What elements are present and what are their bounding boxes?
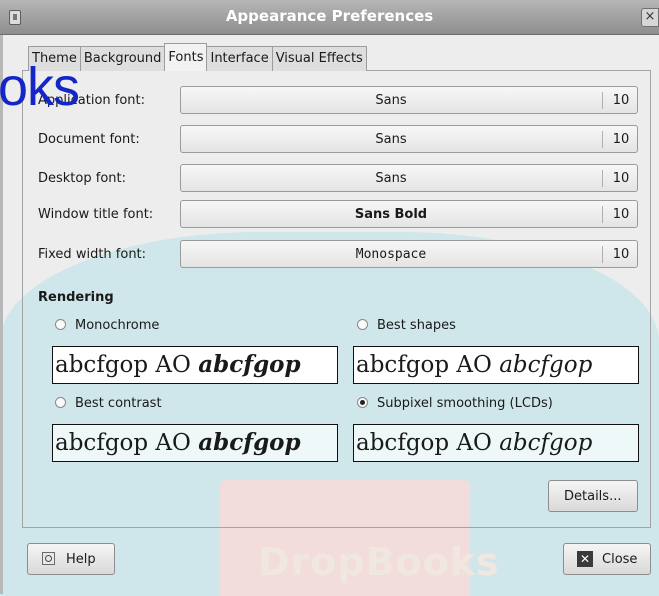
subpixel-smoothing-label: Subpixel smoothing (LCDs) xyxy=(377,396,553,411)
window-title-font-label: Window title font: xyxy=(38,207,154,222)
document-font-name: Sans xyxy=(375,132,407,147)
desktop-font-size: 10 xyxy=(612,171,630,186)
close-button[interactable]: ✕ Close xyxy=(563,543,651,575)
details-button[interactable]: Details... xyxy=(548,480,638,512)
close-icon: ✕ xyxy=(577,551,593,567)
window-title: Appearance Preferences xyxy=(225,7,434,25)
desktop-font-label: Desktop font: xyxy=(38,171,126,186)
radio-indicator[interactable] xyxy=(55,319,66,330)
tab-background[interactable]: Background xyxy=(79,46,166,71)
background-watermark-text: DropBooks xyxy=(258,540,500,584)
radio-indicator[interactable] xyxy=(357,319,368,330)
radio-indicator[interactable] xyxy=(55,397,66,408)
best-contrast-label: Best contrast xyxy=(75,396,162,411)
monochrome-sample[interactable]: abcfgop AO abcfgop xyxy=(52,346,338,384)
window-left-border xyxy=(0,34,3,594)
best-contrast-sample[interactable]: abcfgop AO abcfgop xyxy=(52,424,338,462)
tab-visual-effects[interactable]: Visual Effects xyxy=(271,46,367,71)
sample-italic-text: abcfgop xyxy=(499,352,593,378)
fixed-width-font-name: Monospace xyxy=(355,247,427,262)
fixed-width-font-label: Fixed width font: xyxy=(38,247,147,262)
sample-plain-text: abcfgop AO xyxy=(55,352,199,378)
sample-plain-text: abcfgop AO xyxy=(55,430,199,456)
help-button-label: Help xyxy=(66,552,96,567)
close-button-label: Close xyxy=(602,552,638,567)
application-font-name: Sans xyxy=(375,93,407,108)
best-shapes-sample[interactable]: abcfgop AO abcfgop xyxy=(353,346,639,384)
subpixel-smoothing-radio[interactable]: Subpixel smoothing (LCDs) xyxy=(357,396,553,416)
desktop-font-name: Sans xyxy=(375,171,407,186)
subpixel-smoothing-sample[interactable]: abcfgop AO abcfgop xyxy=(353,424,639,462)
best-shapes-radio[interactable]: Best shapes xyxy=(357,318,456,338)
help-icon xyxy=(42,552,55,565)
rendering-section-title: Rendering xyxy=(38,290,114,305)
font-button-separator xyxy=(602,92,603,109)
sample-plain-text: abcfgop AO xyxy=(356,430,500,456)
application-font-button[interactable]: Sans 10 xyxy=(180,86,638,114)
desktop-font-button[interactable]: Sans 10 xyxy=(180,164,638,192)
title-bar: Appearance Preferences × xyxy=(0,0,659,35)
application-font-size: 10 xyxy=(612,93,630,108)
window-title-font-size: 10 xyxy=(612,207,630,222)
fixed-width-font-size: 10 xyxy=(612,247,630,262)
fixed-width-font-button[interactable]: Monospace 10 xyxy=(180,240,638,268)
tab-interface[interactable]: Interface xyxy=(206,46,273,71)
font-button-separator xyxy=(602,246,603,263)
radio-indicator-selected[interactable] xyxy=(357,397,368,408)
best-shapes-label: Best shapes xyxy=(377,318,456,333)
tab-fonts[interactable]: Fonts xyxy=(164,43,208,71)
watermark-overlay-text: oks xyxy=(0,57,80,117)
document-font-button[interactable]: Sans 10 xyxy=(180,125,638,153)
window-title-font-name: Sans Bold xyxy=(354,207,428,222)
monochrome-label: Monochrome xyxy=(75,318,160,333)
sample-plain-text: abcfgop AO xyxy=(356,352,500,378)
window-close-icon[interactable]: × xyxy=(641,8,659,27)
sample-italic-text: abcfgop xyxy=(198,351,301,378)
font-button-separator xyxy=(602,170,603,187)
sample-italic-text: abcfgop xyxy=(499,430,593,456)
details-button-label: Details... xyxy=(564,489,622,504)
help-button[interactable]: Help xyxy=(27,543,115,575)
monochrome-radio[interactable]: Monochrome xyxy=(55,318,159,338)
sample-italic-text: abcfgop xyxy=(198,429,301,456)
font-button-separator xyxy=(602,206,603,223)
best-contrast-radio[interactable]: Best contrast xyxy=(55,396,162,416)
document-font-size: 10 xyxy=(612,132,630,147)
font-button-separator xyxy=(602,131,603,148)
document-font-label: Document font: xyxy=(38,132,140,147)
window-title-font-button[interactable]: Sans Bold 10 xyxy=(180,200,638,228)
